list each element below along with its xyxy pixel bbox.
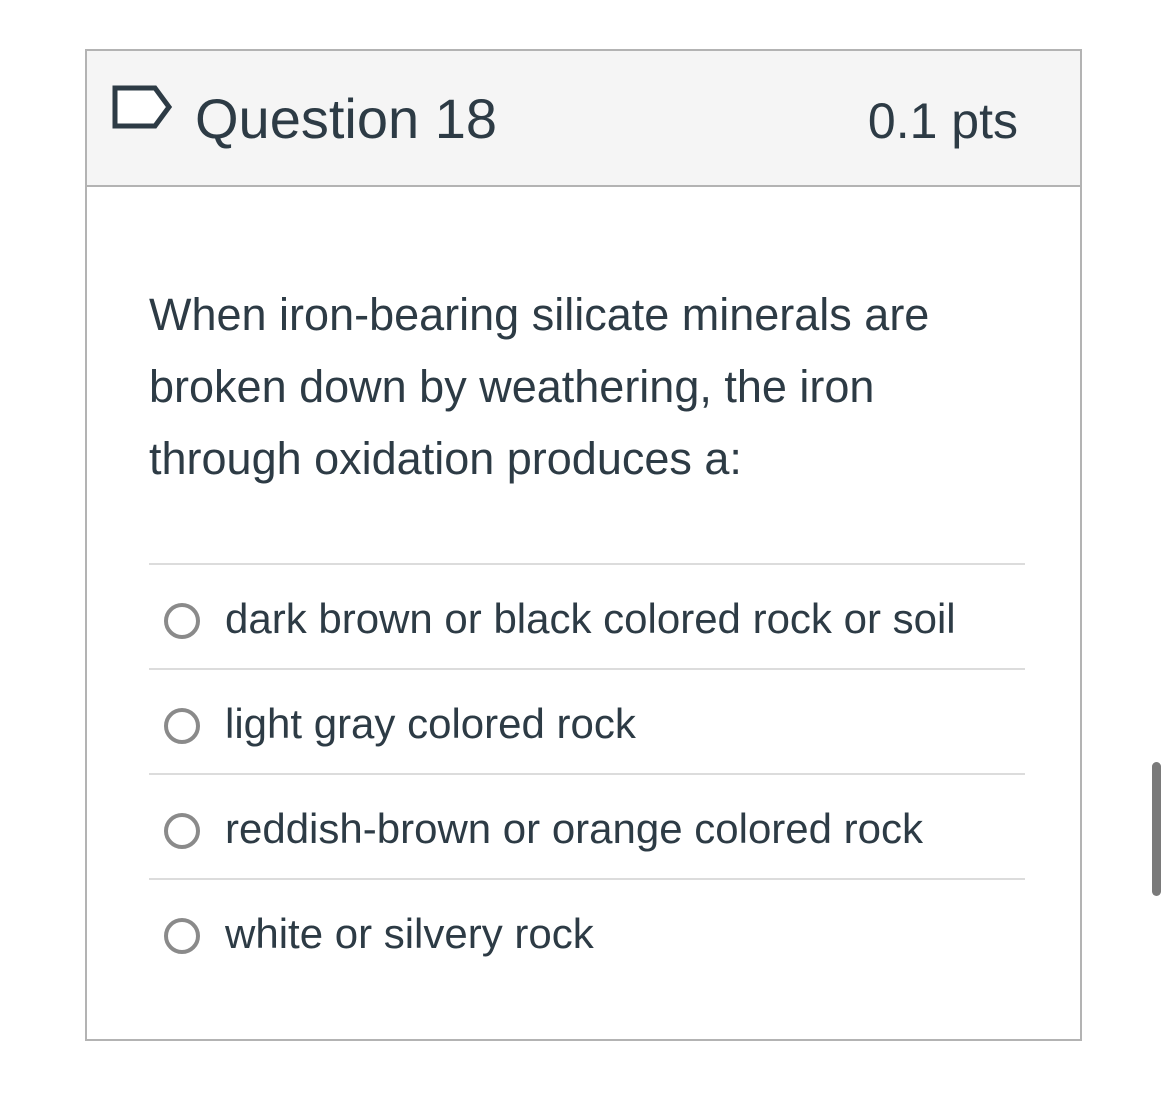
answer-option-2[interactable]: light gray colored rock: [149, 668, 1025, 773]
answer-option-4[interactable]: white or silvery rock: [149, 878, 1025, 990]
answer-list: dark brown or black colored rock or soil…: [149, 563, 1025, 990]
answer-label[interactable]: light gray colored rock: [225, 698, 636, 750]
answer-option-3[interactable]: reddish-brown or orange colored rock: [149, 773, 1025, 878]
question-card: Question 18 0.1 pts When iron-bearing si…: [85, 49, 1082, 1041]
answer-label[interactable]: white or silvery rock: [225, 908, 594, 960]
question-header: Question 18 0.1 pts: [87, 51, 1080, 187]
radio-button[interactable]: [164, 813, 200, 849]
answer-label[interactable]: reddish-brown or orange colored rock: [225, 803, 923, 855]
question-title: Question 18: [195, 87, 497, 150]
answer-label[interactable]: dark brown or black colored rock or soil: [225, 593, 956, 645]
flag-question-icon[interactable]: [111, 84, 175, 134]
answer-option-1[interactable]: dark brown or black colored rock or soil: [149, 563, 1025, 668]
radio-button[interactable]: [164, 603, 200, 639]
question-text: When iron-bearing silicate minerals are …: [149, 289, 930, 484]
vertical-scrollbar[interactable]: [1152, 762, 1161, 896]
radio-button[interactable]: [164, 708, 200, 744]
question-points: 0.1 pts: [867, 93, 1018, 149]
radio-button[interactable]: [164, 918, 200, 954]
